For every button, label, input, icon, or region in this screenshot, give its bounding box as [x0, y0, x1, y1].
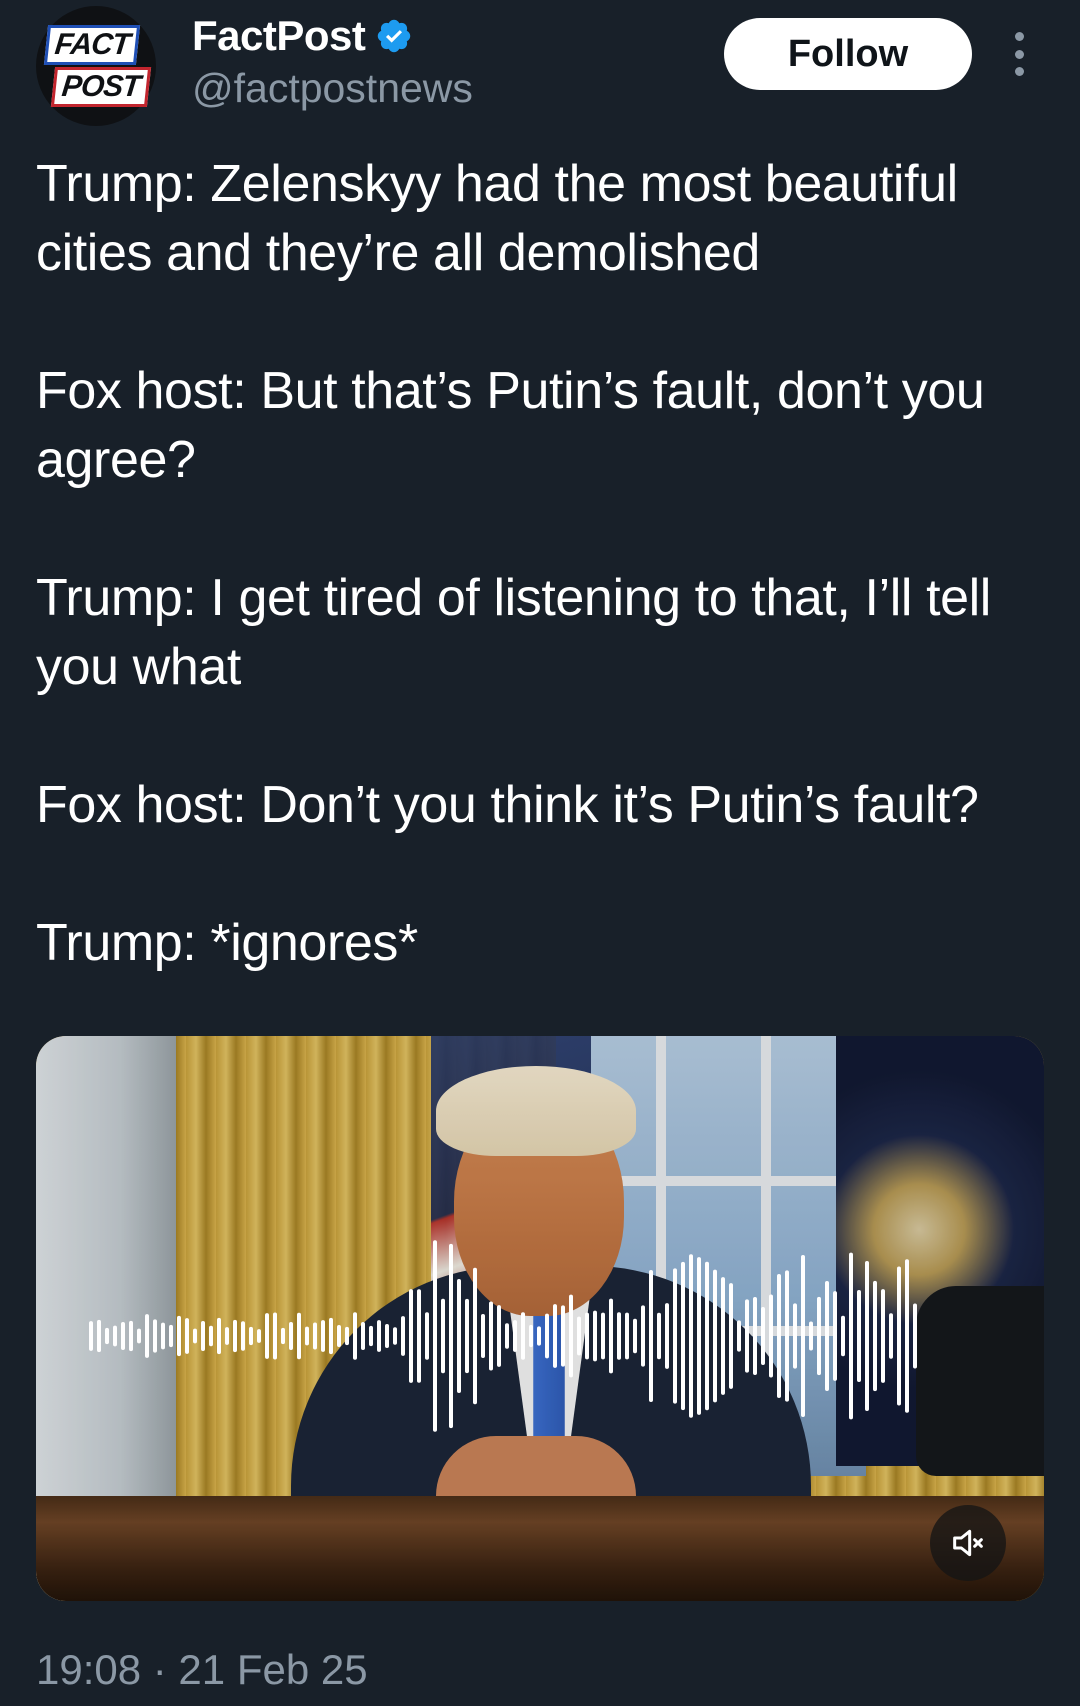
tweet-text: Trump: Zelenskyy had the most beautiful …	[36, 150, 1046, 978]
audio-waveform	[89, 1240, 917, 1432]
more-dot	[1014, 67, 1024, 76]
follow-button[interactable]: Follow	[724, 18, 972, 90]
post-timestamp[interactable]: 19:08 · 21 Feb 25	[36, 1644, 368, 1696]
tweet-paragraph: Trump: *ignores*	[36, 914, 418, 972]
tweet-paragraph: Fox host: Don’t you think it’s Putin’s f…	[36, 776, 979, 834]
media-player[interactable]	[36, 1036, 1044, 1601]
more-vertical-icon[interactable]	[1004, 32, 1034, 76]
tweet-paragraph: Trump: I get tired of listening to that,…	[36, 569, 991, 696]
avatar-logo-fact: FACT	[43, 25, 141, 65]
more-dot	[1014, 32, 1024, 41]
more-dot	[1014, 49, 1024, 59]
tweet-paragraph: Fox host: But that’s Putin’s fault, don’…	[36, 362, 985, 489]
display-name-row[interactable]: FactPost	[192, 12, 413, 60]
verified-badge-icon	[375, 17, 413, 55]
display-name[interactable]: FactPost	[192, 12, 366, 60]
avatar[interactable]: FACT POST	[36, 6, 156, 126]
tweet-post: FACT POST FactPost @factpostnews Follow …	[0, 0, 1080, 1706]
account-handle[interactable]: @factpostnews	[192, 64, 473, 112]
speaker-muted-icon[interactable]	[930, 1505, 1006, 1581]
avatar-logo-post: POST	[51, 67, 151, 107]
tweet-paragraph: Trump: Zelenskyy had the most beautiful …	[36, 155, 958, 282]
